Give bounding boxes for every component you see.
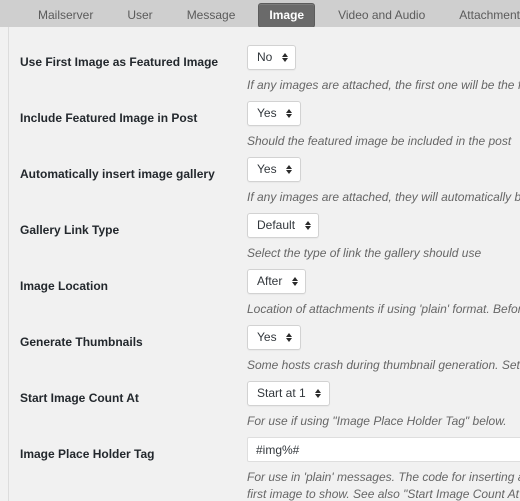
setting-row-include-featured-image-in-post: Include Featured Image in Post Yes Shoul…: [9, 97, 520, 153]
tab-video-and-audio[interactable]: Video and Audio: [327, 3, 436, 27]
setting-description: Some hosts crash during thumbnail genera…: [247, 358, 520, 372]
include-featured-image-in-post-select[interactable]: Yes: [247, 101, 301, 126]
setting-label: Include Featured Image in Post: [20, 111, 198, 125]
setting-description: For use if using "Image Place Holder Tag…: [247, 414, 507, 428]
setting-description: If any images are attached, the first on…: [247, 78, 520, 92]
select-value: Default: [257, 218, 296, 232]
select-value: Start at 1: [257, 386, 306, 400]
setting-row-image-place-holder-tag: Image Place Holder Tag For use in 'plain…: [9, 433, 520, 501]
setting-description: Should the featured image be included in…: [247, 134, 512, 148]
setting-field: Yes Some hosts crash during thumbnail ge…: [247, 321, 520, 374]
setting-label: Image Location: [20, 279, 109, 293]
tab-user[interactable]: User: [116, 3, 163, 27]
gallery-link-type-select[interactable]: Default: [247, 213, 320, 238]
setting-field: Yes Should the featured image be include…: [247, 97, 520, 150]
setting-row-use-first-image-as-featured-image: Use First Image as Featured Image No If …: [9, 41, 520, 97]
setting-label: Automatically insert image gallery: [20, 167, 215, 181]
chevron-updown-icon: [315, 388, 322, 399]
settings-tabbar: Mailserver User Message Image Video and …: [0, 0, 520, 27]
setting-label: Image Place Holder Tag: [20, 447, 155, 461]
setting-field: No If any images are attached, the first…: [247, 41, 520, 94]
chevron-updown-icon: [286, 164, 293, 175]
image-place-holder-tag-input[interactable]: [247, 437, 520, 462]
image-settings-panel: Use First Image as Featured Image No If …: [8, 27, 520, 501]
setting-label: Gallery Link Type: [20, 223, 120, 237]
tab-attachments[interactable]: Attachments: [448, 3, 520, 27]
setting-description-line-1: For use in 'plain' messages. The code fo…: [247, 470, 520, 484]
setting-row-generate-thumbnails: Generate Thumbnails Yes Some hosts crash…: [9, 321, 520, 377]
image-location-select[interactable]: After: [247, 269, 307, 294]
setting-label: Start Image Count At: [20, 391, 139, 405]
select-value: Yes: [257, 162, 277, 176]
setting-field: Start at 1 For use if using "Image Place…: [247, 377, 520, 430]
settings-rows: Use First Image as Featured Image No If …: [9, 27, 520, 501]
chevron-updown-icon: [286, 332, 293, 343]
chevron-updown-icon: [304, 220, 311, 231]
chevron-updown-icon: [281, 52, 288, 63]
setting-row-automatically-insert-image-gallery: Automatically insert image gallery Yes I…: [9, 153, 520, 209]
setting-field: For use in 'plain' messages. The code fo…: [247, 433, 520, 501]
use-first-image-as-featured-image-select[interactable]: No: [247, 45, 297, 70]
select-value: Yes: [257, 106, 277, 120]
generate-thumbnails-select[interactable]: Yes: [247, 325, 301, 350]
setting-label: Use First Image as Featured Image: [20, 55, 219, 69]
setting-row-gallery-link-type: Gallery Link Type Default Select the typ…: [9, 209, 520, 265]
select-value: After: [257, 274, 283, 288]
tab-mailserver[interactable]: Mailserver: [27, 3, 104, 27]
setting-field: Default Select the type of link the gall…: [247, 209, 520, 262]
setting-row-image-location: Image Location After Location of attachm…: [9, 265, 520, 321]
start-image-count-at-select[interactable]: Start at 1: [247, 381, 330, 406]
setting-field: Yes If any images are attached, they wil…: [247, 153, 520, 206]
setting-label: Generate Thumbnails: [20, 335, 143, 349]
setting-field: After Location of attachments if using '…: [247, 265, 520, 318]
setting-description: Location of attachments if using 'plain'…: [247, 302, 520, 316]
setting-description: If any images are attached, they will au…: [247, 190, 520, 204]
tab-image[interactable]: Image: [258, 3, 316, 27]
setting-description: For use in 'plain' messages. The code fo…: [247, 469, 520, 501]
setting-description-line-2: first image to show. See also "Start Ima…: [247, 487, 520, 501]
settings-page: Mailserver User Message Image Video and …: [0, 0, 520, 501]
chevron-updown-icon: [291, 276, 298, 287]
select-value: Yes: [257, 330, 277, 344]
setting-description: Select the type of link the gallery shou…: [247, 246, 482, 260]
select-value: No: [257, 50, 273, 64]
tab-message[interactable]: Message: [176, 3, 247, 27]
automatically-insert-image-gallery-select[interactable]: Yes: [247, 157, 301, 182]
setting-row-start-image-count-at: Start Image Count At Start at 1 For use …: [9, 377, 520, 433]
chevron-updown-icon: [286, 108, 293, 119]
